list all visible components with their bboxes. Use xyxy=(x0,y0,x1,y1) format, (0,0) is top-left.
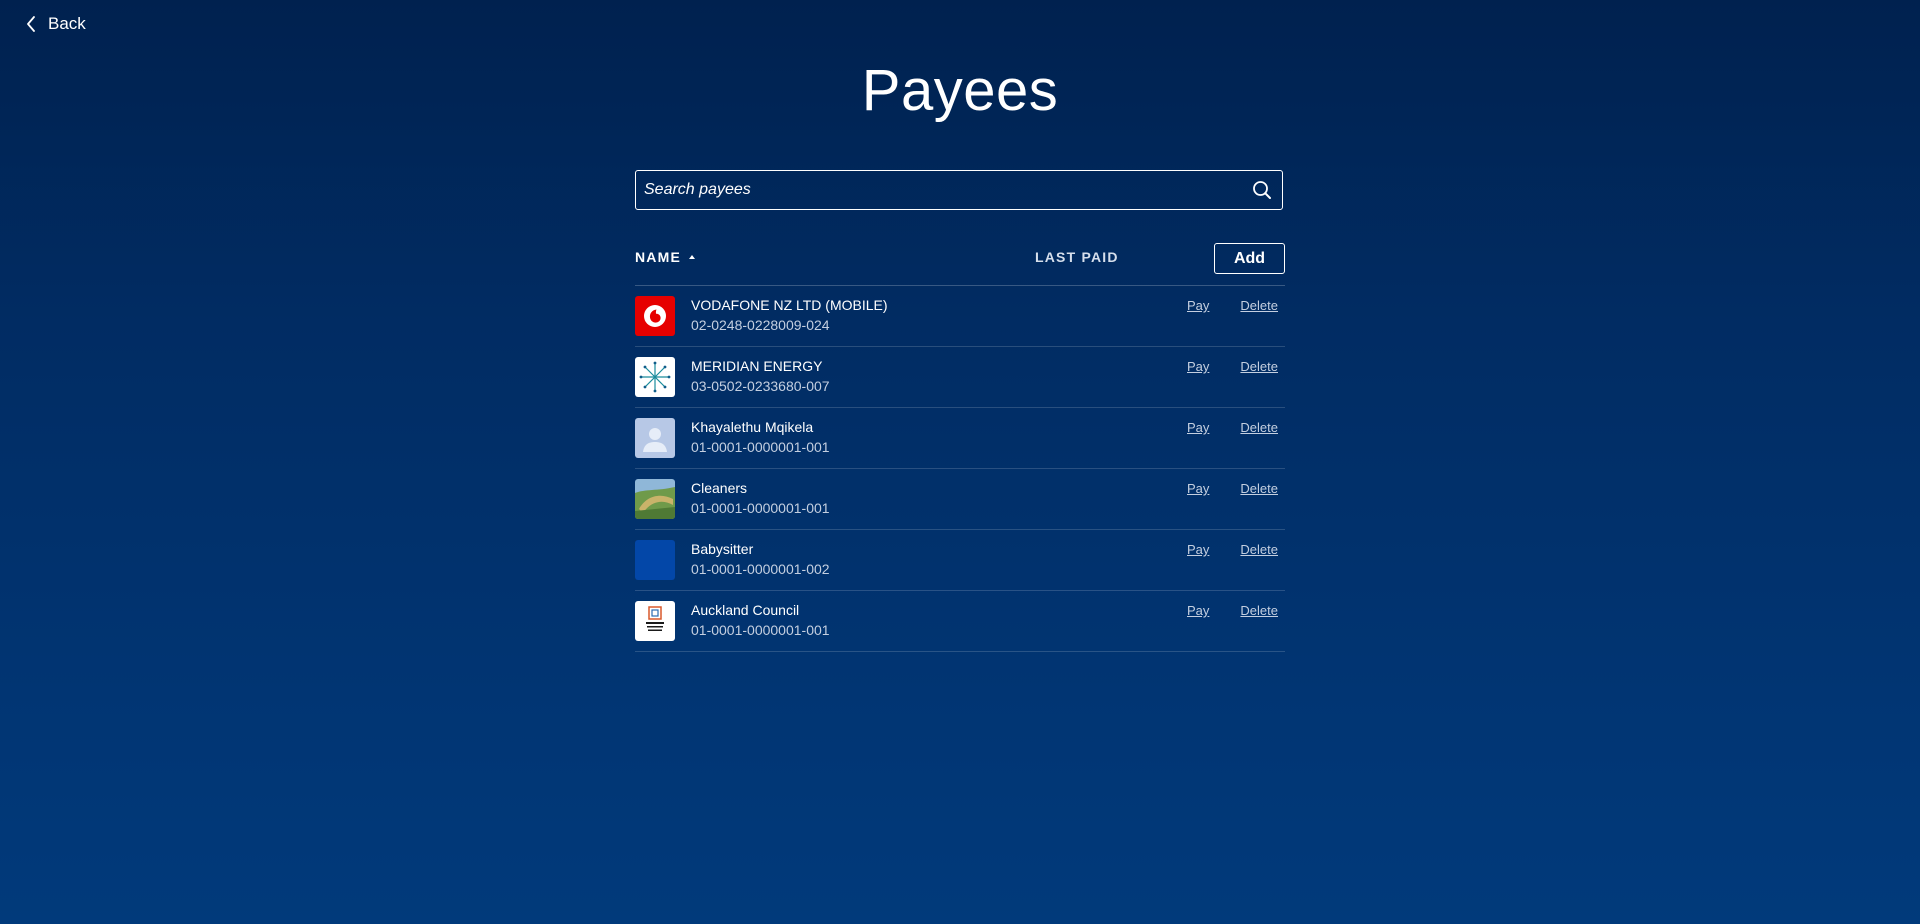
delete-link[interactable]: Delete xyxy=(1240,298,1278,313)
payees-table: NAME LAST PAID Add VODAFONE NZ LTD (MOBI… xyxy=(635,243,1285,652)
search-input[interactable] xyxy=(636,171,1242,209)
table-header: NAME LAST PAID Add xyxy=(635,243,1285,286)
blue-square-icon xyxy=(635,540,675,580)
table-row: Auckland Council 01-0001-0000001-001 Pay… xyxy=(635,591,1285,652)
page-title: Payees xyxy=(861,58,1059,123)
payee-name: VODAFONE NZ LTD (MOBILE) xyxy=(691,297,888,313)
payee-account-number: 01-0001-0000001-001 xyxy=(691,500,830,516)
delete-link[interactable]: Delete xyxy=(1240,542,1278,557)
vodafone-logo-icon xyxy=(635,296,675,336)
table-row: Cleaners 01-0001-0000001-001 Pay Delete xyxy=(635,469,1285,530)
column-header-last-paid[interactable]: LAST PAID xyxy=(1035,249,1119,265)
table-row: MERIDIAN ENERGY 03-0502-0233680-007 Pay … xyxy=(635,347,1285,408)
back-label: Back xyxy=(48,14,86,33)
payee-name: Cleaners xyxy=(691,480,748,496)
back-button[interactable]: Back xyxy=(26,14,86,34)
pay-link[interactable]: Pay xyxy=(1187,420,1209,435)
landscape-photo-icon xyxy=(635,479,675,519)
sort-ascending-icon xyxy=(689,255,696,259)
pay-link[interactable]: Pay xyxy=(1187,542,1209,557)
delete-link[interactable]: Delete xyxy=(1240,420,1278,435)
pay-link[interactable]: Pay xyxy=(1187,298,1209,313)
person-silhouette-icon xyxy=(635,418,675,458)
table-row: VODAFONE NZ LTD (MOBILE) 02-0248-0228009… xyxy=(635,286,1285,347)
payee-account-number: 01-0001-0000001-001 xyxy=(691,439,830,455)
payee-name: MERIDIAN ENERGY xyxy=(691,358,823,374)
search-icon[interactable] xyxy=(1242,171,1282,209)
pay-link[interactable]: Pay xyxy=(1187,481,1209,496)
meridian-energy-logo-icon xyxy=(635,357,675,397)
table-row: Babysitter 01-0001-0000001-002 Pay Delet… xyxy=(635,530,1285,591)
pay-link[interactable]: Pay xyxy=(1187,603,1209,618)
column-header-name[interactable]: NAME xyxy=(635,249,696,265)
chevron-left-icon xyxy=(27,16,35,32)
delete-link[interactable]: Delete xyxy=(1240,481,1278,496)
delete-link[interactable]: Delete xyxy=(1240,603,1278,618)
payee-account-number: 03-0502-0233680-007 xyxy=(691,378,830,394)
table-row: Khayalethu Mqikela 01-0001-0000001-001 P… xyxy=(635,408,1285,469)
payee-account-number: 01-0001-0000001-002 xyxy=(691,561,830,577)
payee-name: Auckland Council xyxy=(691,602,800,618)
payee-account-number: 01-0001-0000001-001 xyxy=(691,622,830,638)
pay-link[interactable]: Pay xyxy=(1187,359,1209,374)
payee-name: Babysitter xyxy=(691,541,754,557)
add-payee-button[interactable]: Add xyxy=(1214,243,1285,274)
search-box xyxy=(635,170,1283,210)
column-header-name-label: NAME xyxy=(635,249,682,265)
payee-name: Khayalethu Mqikela xyxy=(691,419,814,435)
payee-account-number: 02-0248-0228009-024 xyxy=(691,317,830,333)
auckland-council-logo-icon xyxy=(635,601,675,641)
delete-link[interactable]: Delete xyxy=(1240,359,1278,374)
